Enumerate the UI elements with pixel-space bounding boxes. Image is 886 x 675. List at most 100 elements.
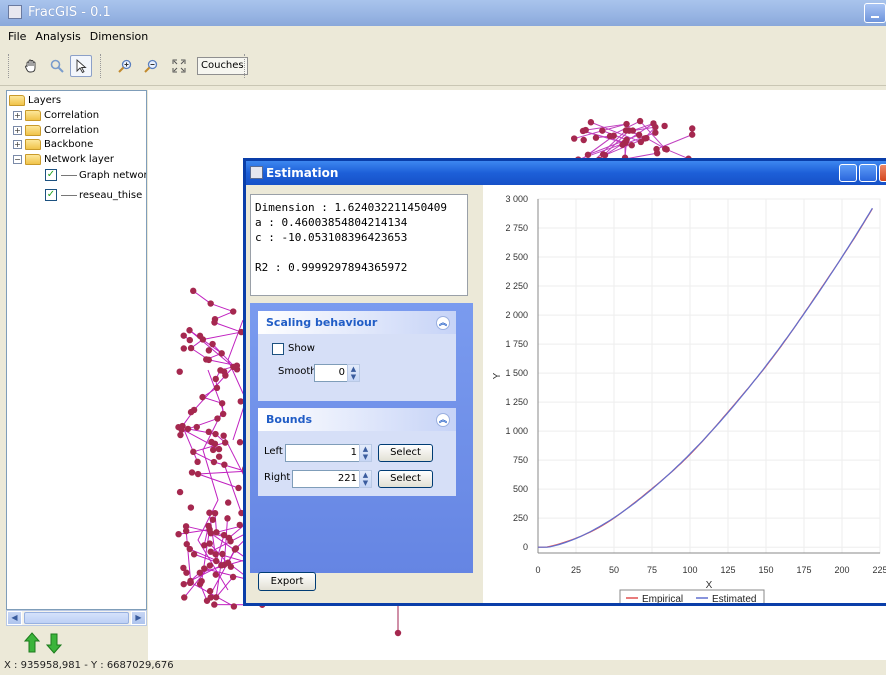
- right-bound-field[interactable]: 221: [292, 470, 360, 488]
- tree-item-label: Correlation: [44, 109, 100, 121]
- scroll-right-icon[interactable]: ▶: [131, 611, 146, 625]
- dialog-title-bar: Estimation: [246, 161, 886, 185]
- network-node: [224, 515, 231, 522]
- x-tick-label: 125: [720, 565, 735, 575]
- pan-hand-icon[interactable]: [20, 55, 42, 77]
- tree-item[interactable]: + Correlation: [13, 107, 99, 123]
- left-spinner-icon[interactable]: ▲ ▼: [359, 444, 372, 462]
- zoom-out-icon[interactable]: [140, 55, 162, 77]
- right-label: Right: [264, 472, 291, 483]
- folder-icon: [25, 109, 41, 121]
- select-pointer-icon[interactable]: [70, 55, 92, 77]
- move-up-icon[interactable]: [23, 632, 41, 653]
- collapse-chevron-icon[interactable]: ︽: [436, 412, 450, 427]
- maximize-button[interactable]: [859, 164, 877, 182]
- zoom-extent-icon[interactable]: [168, 55, 190, 77]
- expand-icon[interactable]: +: [13, 110, 22, 120]
- left-select-button[interactable]: Select: [378, 444, 433, 462]
- network-node: [211, 601, 218, 608]
- network-node: [209, 446, 217, 454]
- a-value: a : 0.46003854804214134: [255, 216, 408, 229]
- tree-item[interactable]: − Network layer: [13, 151, 114, 167]
- network-edge: [192, 290, 211, 304]
- y-tick-label: 750: [513, 455, 528, 465]
- network-node: [212, 594, 220, 601]
- smooth-field[interactable]: 0: [314, 364, 348, 382]
- tree-item-label: Backbone: [44, 138, 94, 150]
- network-node: [180, 332, 187, 339]
- menu-analysis[interactable]: Analysis: [35, 30, 80, 43]
- minimize-button[interactable]: [839, 164, 857, 182]
- couches-button[interactable]: Couches: [197, 57, 248, 75]
- x-axis-label: X: [706, 580, 713, 591]
- export-button[interactable]: Export: [258, 572, 316, 591]
- minimize-button[interactable]: [864, 3, 886, 23]
- bounds-header[interactable]: Bounds ︽: [258, 408, 456, 431]
- network-node: [219, 410, 227, 418]
- line-symbol-icon: [61, 194, 77, 196]
- network-node: [606, 132, 614, 140]
- magnifier-icon[interactable]: [46, 55, 68, 77]
- scaling-behaviour-group: Scaling behaviour ︽ Show Smooth 0 ▲ ▼: [258, 311, 456, 401]
- close-button[interactable]: [879, 164, 886, 182]
- network-node: [221, 461, 228, 468]
- checkbox-checked-icon[interactable]: ✓: [45, 169, 57, 181]
- estimation-results: Dimension : 1.624032211450409 a : 0.46003…: [250, 194, 468, 296]
- dialog-app-icon: [250, 166, 263, 179]
- expand-icon[interactable]: +: [13, 125, 22, 135]
- network-node: [587, 119, 595, 126]
- toolbar: Couches: [0, 46, 886, 86]
- network-node: [207, 548, 214, 555]
- network-node: [570, 135, 578, 142]
- network-node: [212, 375, 219, 383]
- left-bound-field[interactable]: 1: [285, 444, 360, 462]
- toolbar-grip: [8, 54, 10, 78]
- zoom-in-icon[interactable]: [114, 55, 136, 77]
- collapse-chevron-icon[interactable]: ︽: [436, 315, 450, 330]
- show-checkbox[interactable]: [272, 343, 284, 355]
- network-node: [194, 470, 202, 478]
- legend-label: Empirical: [642, 594, 683, 603]
- network-node: [625, 127, 633, 134]
- splitter[interactable]: [480, 185, 483, 603]
- y-tick-label: 0: [523, 542, 528, 552]
- network-node: [221, 439, 229, 446]
- layers-horizontal-scrollbar[interactable]: ◀ ▶: [6, 610, 147, 626]
- x-tick-label: 200: [834, 565, 849, 575]
- x-tick-label: 225: [872, 565, 886, 575]
- network-edge: [656, 134, 693, 150]
- menu-file[interactable]: File: [8, 30, 26, 43]
- expand-icon[interactable]: +: [13, 139, 22, 149]
- network-node: [182, 527, 190, 535]
- tree-item[interactable]: + Backbone: [13, 136, 93, 152]
- legend-label: Estimated: [712, 594, 756, 603]
- smooth-spinner-icon[interactable]: ▲ ▼: [347, 364, 360, 382]
- menu-dimension[interactable]: Dimension: [90, 30, 148, 43]
- network-node: [196, 580, 204, 588]
- scroll-thumb[interactable]: [24, 612, 129, 624]
- sublayer-item[interactable]: ✓ Graph networ: [45, 167, 146, 183]
- network-node: [176, 368, 183, 375]
- network-node: [230, 308, 237, 315]
- network-node: [232, 545, 240, 552]
- right-select-button[interactable]: Select: [378, 470, 433, 488]
- network-node: [214, 415, 221, 422]
- network-node: [205, 522, 212, 530]
- network-node: [210, 458, 218, 466]
- sublayer-item[interactable]: ✓ reseau_thise: [45, 187, 142, 203]
- tree-root[interactable]: Layers: [9, 92, 61, 108]
- network-node: [643, 134, 650, 142]
- collapse-icon[interactable]: −: [13, 154, 22, 164]
- right-spinner-icon[interactable]: ▲ ▼: [359, 470, 372, 488]
- scroll-left-icon[interactable]: ◀: [7, 611, 22, 625]
- network-node: [203, 597, 211, 604]
- scaling-behaviour-header[interactable]: Scaling behaviour ︽: [258, 311, 456, 334]
- network-edge: [197, 473, 239, 489]
- y-tick-label: 2 750: [505, 223, 528, 233]
- checkbox-checked-icon[interactable]: ✓: [45, 189, 57, 201]
- bounds-title: Bounds: [266, 413, 313, 426]
- network-node: [176, 488, 184, 496]
- network-node: [188, 469, 196, 476]
- network-node: [636, 117, 644, 125]
- move-down-icon[interactable]: [45, 633, 63, 654]
